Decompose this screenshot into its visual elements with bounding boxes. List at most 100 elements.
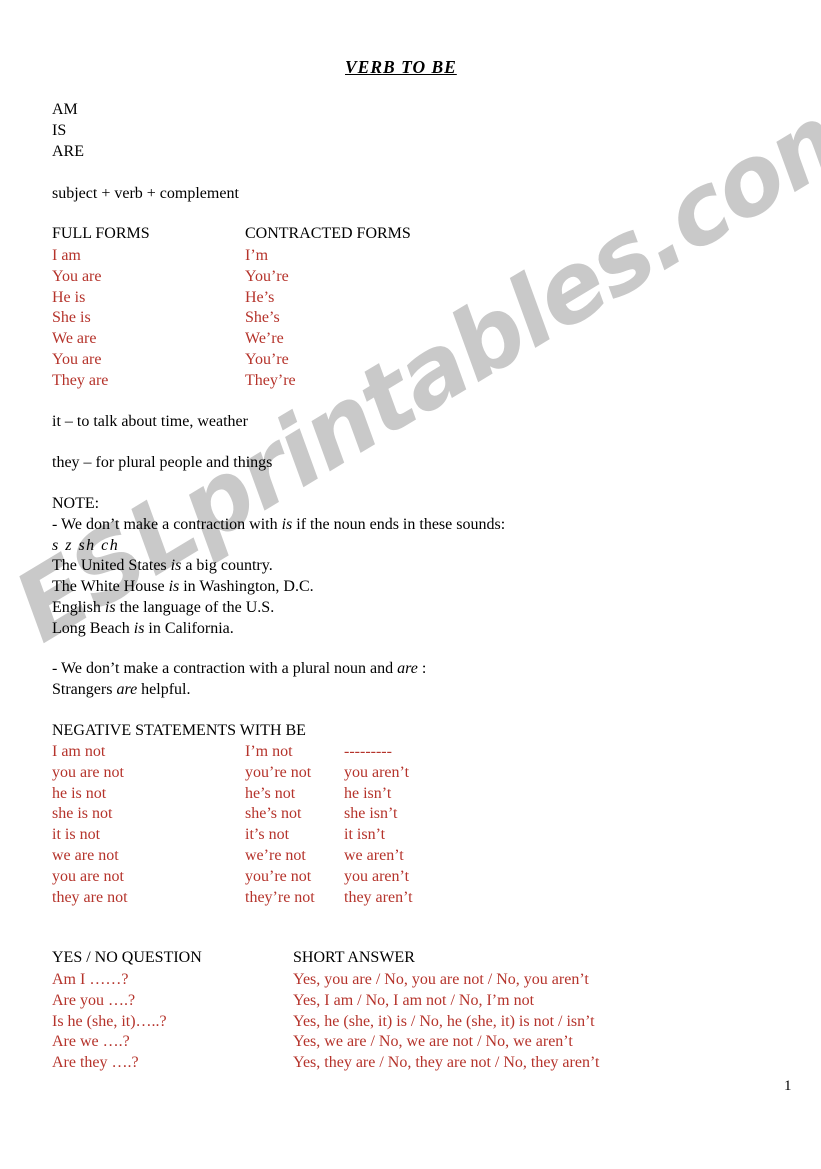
note-are-example-post: helpful.: [137, 681, 191, 698]
negative-contracted-b-row: she isn’t: [344, 805, 398, 823]
page-number: 1: [784, 1078, 792, 1094]
be-form-am: AM: [52, 101, 78, 118]
negative-full-row: you are not: [52, 867, 124, 885]
note-example-italic: is: [168, 578, 180, 595]
negative-full-row: we are not: [52, 846, 119, 864]
negative-contracted-b-row: you aren’t: [344, 867, 410, 885]
negative-contracted-b-row: it isn’t: [344, 826, 386, 844]
answer-row: Yes, we are / No, we are not / No, we ar…: [293, 1033, 573, 1051]
contracted-form-row: You’re: [245, 350, 289, 368]
note-example-italic: is: [133, 620, 145, 637]
answer-column: Yes, you are / No, you are not / No, you…: [293, 970, 599, 1074]
contracted-forms-header: CONTRACTED FORMS: [245, 225, 411, 242]
negative-contracted-a-row: you’re not: [245, 763, 312, 781]
be-form-is: IS: [52, 121, 67, 139]
negative-contracted-a-column: I’m not you’re not he’s not she’s not it…: [245, 742, 315, 908]
answer-row: Yes, he (she, it) is / No, he (she, it) …: [293, 1012, 595, 1030]
question-row: Are you ….?: [52, 991, 136, 1009]
negative-full-row: you are not: [52, 763, 124, 781]
question-row: Are they ….?: [52, 1054, 139, 1072]
note-sounds: s z sh ch: [52, 537, 120, 554]
note-are-example-italic: are: [116, 681, 138, 698]
note-example-pre: English: [52, 599, 105, 616]
full-form-row: You are: [52, 267, 102, 285]
negative-contracted-b-row: ---------: [344, 743, 392, 760]
note-example-pre: The White House: [52, 578, 169, 595]
negative-contracted-a-row: it’s not: [245, 826, 290, 844]
negative-contracted-b-row: you aren’t: [344, 763, 410, 781]
negative-contracted-a-row: you’re not: [245, 867, 312, 885]
note-are-example: Strangers are helpful.: [52, 680, 191, 701]
note-example-post: in Washington, D.C.: [179, 578, 314, 595]
negative-full-column: I am not you are not he is not she is no…: [52, 742, 128, 908]
full-form-row: She is: [52, 309, 91, 327]
contracted-form-row: We’re: [245, 330, 284, 348]
negative-contracted-a-row: he’s not: [245, 784, 296, 802]
negative-contracted-b-row: they aren’t: [344, 888, 413, 906]
sentence-structure-line: subject + verb + complement: [52, 185, 239, 202]
note-example: English is the language of the U.S.: [52, 598, 274, 619]
note-example-italic: is: [104, 599, 116, 616]
contracted-form-row: He’s: [245, 288, 275, 306]
worksheet-page: ESLprintables.com VERB TO BE AM IS ARE s…: [0, 0, 821, 1169]
note-label: NOTE:: [52, 495, 100, 512]
full-forms-header: FULL FORMS: [52, 225, 150, 242]
contracted-form-row: She’s: [245, 309, 280, 327]
question-row: Am I ……?: [52, 971, 129, 988]
usage-note-it: it – to talk about time, weather: [52, 413, 248, 430]
answer-row: Yes, you are / No, you are not / No, you…: [293, 971, 589, 988]
negative-contracted-b-row: he isn’t: [344, 784, 392, 802]
contracted-form-row: I’m: [245, 247, 269, 264]
note-example: Long Beach is in California.: [52, 619, 234, 640]
contracted-form-row: You’re: [245, 267, 289, 285]
negative-statements-header: NEGATIVE STATEMENTS WITH BE: [52, 722, 306, 739]
negative-contracted-a-row: they’re not: [245, 888, 315, 906]
question-column: Am I ……? Are you ….? Is he (she, it)…..?…: [52, 970, 167, 1074]
negative-contracted-a-row: I’m not: [245, 743, 293, 760]
note-rule-are-pre: - We don’t make a contraction with a plu…: [52, 660, 398, 677]
note-rule-is-post: if the noun ends in these sounds:: [292, 516, 506, 533]
negative-contracted-b-column: --------- you aren’t he isn’t she isn’t …: [344, 742, 413, 908]
negative-contracted-a-row: she’s not: [245, 805, 302, 823]
be-forms-list: AM IS ARE: [52, 100, 84, 162]
note-rule-are-italic: are: [397, 660, 418, 677]
note-example: The United States is a big country.: [52, 556, 273, 577]
yes-no-question-header: YES / NO QUESTION: [52, 949, 202, 966]
full-form-row: You are: [52, 350, 102, 368]
full-forms-column: I am You are He is She is We are You are…: [52, 246, 108, 392]
note-example: The White House is in Washington, D.C.: [52, 577, 314, 598]
note-example-post: in California.: [144, 620, 234, 637]
full-form-row: I am: [52, 247, 81, 264]
note-rule-is-pre: - We don’t make a contraction with: [52, 516, 282, 533]
question-row: Is he (she, it)…..?: [52, 1012, 167, 1030]
note-rule-are: - We don’t make a contraction with a plu…: [52, 659, 426, 680]
note-rule-is: - We don’t make a contraction with is if…: [52, 515, 505, 536]
negative-full-row: they are not: [52, 888, 128, 906]
page-title: VERB TO BE: [345, 57, 457, 77]
answer-row: Yes, they are / No, they are not / No, t…: [293, 1054, 600, 1072]
full-form-row: He is: [52, 288, 86, 306]
document-content: VERB TO BE AM IS ARE subject + verb + co…: [0, 0, 821, 1169]
note-example-pre: The United States: [52, 557, 171, 574]
negative-contracted-b-row: we aren’t: [344, 846, 404, 864]
usage-note-they: they – for plural people and things: [52, 454, 273, 471]
contracted-forms-column: I’m You’re He’s She’s We’re You’re They’…: [245, 246, 296, 392]
negative-full-row: I am not: [52, 743, 106, 760]
negative-full-row: it is not: [52, 826, 101, 844]
note-example-post: the language of the U.S.: [115, 599, 275, 616]
question-row: Are we ….?: [52, 1033, 130, 1051]
negative-full-row: she is not: [52, 805, 113, 823]
negative-full-row: he is not: [52, 784, 107, 802]
note-example-pre: Long Beach: [52, 620, 134, 637]
full-form-row: We are: [52, 330, 97, 348]
note-rule-is-italic: is: [281, 516, 293, 533]
contracted-form-row: They’re: [245, 371, 296, 389]
note-example-post: a big country.: [181, 557, 273, 574]
note-are-example-pre: Strangers: [52, 681, 117, 698]
note-rule-are-post: :: [417, 660, 427, 677]
note-example-italic: is: [170, 557, 182, 574]
answer-row: Yes, I am / No, I am not / No, I’m not: [293, 991, 535, 1009]
negative-contracted-a-row: we’re not: [245, 846, 306, 864]
short-answer-header: SHORT ANSWER: [293, 949, 415, 966]
be-form-are: ARE: [52, 142, 84, 160]
